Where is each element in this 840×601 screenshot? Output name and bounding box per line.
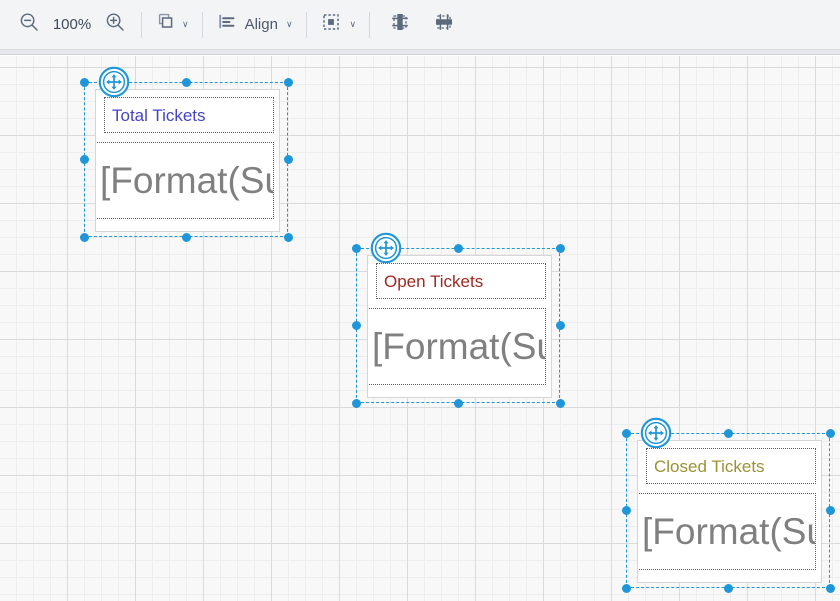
selection-frame bbox=[84, 82, 288, 237]
chevron-down-icon: ∨ bbox=[285, 19, 293, 29]
selection-frame bbox=[356, 248, 560, 403]
resize-handle-middle-left[interactable] bbox=[621, 506, 631, 515]
zoom-in-button[interactable] bbox=[98, 8, 132, 42]
distribute-horizontal-button[interactable] bbox=[383, 8, 417, 42]
distribute-horizontal-icon bbox=[389, 11, 411, 38]
move-handle[interactable] bbox=[98, 66, 130, 98]
move-handle[interactable] bbox=[370, 232, 402, 264]
resize-handle-top-left[interactable] bbox=[351, 243, 361, 253]
toolbar-separator-2 bbox=[201, 11, 203, 38]
resize-handle-bottom-center[interactable] bbox=[723, 583, 733, 593]
resize-handle-middle-left[interactable] bbox=[79, 155, 89, 164]
zoom-out-button[interactable] bbox=[12, 8, 46, 42]
zoom-level-label[interactable]: 100% bbox=[46, 16, 98, 33]
align-left-icon bbox=[216, 11, 238, 38]
resize-handle-top-right[interactable] bbox=[283, 77, 293, 87]
resize-handle-top-center[interactable] bbox=[723, 428, 733, 438]
select-dropdown[interactable]: ∨ bbox=[316, 8, 361, 42]
widget-open-tickets[interactable]: Open Tickets [Format(Sum bbox=[351, 232, 565, 408]
resize-handle-top-left[interactable] bbox=[621, 428, 631, 438]
resize-handle-bottom-center[interactable] bbox=[453, 398, 463, 408]
zoom-out-icon bbox=[18, 11, 40, 38]
chevron-down-icon: ∨ bbox=[182, 19, 189, 29]
selection-icon bbox=[320, 11, 342, 38]
toolbar-bottom-strip bbox=[0, 50, 840, 55]
resize-handle-bottom-left[interactable] bbox=[79, 232, 89, 242]
resize-handle-top-center[interactable] bbox=[453, 243, 463, 253]
resize-handle-middle-right[interactable] bbox=[825, 506, 835, 515]
widget-closed-tickets[interactable]: Closed Tickets [Format(Sum bbox=[621, 417, 835, 593]
resize-handle-bottom-right[interactable] bbox=[283, 232, 293, 242]
duplicate-dropdown[interactable]: ∨ bbox=[151, 8, 193, 42]
report-designer-app: 100% ∨ Align ∨ ∨ Total Tickets [Format(S… bbox=[0, 0, 840, 601]
chevron-down-icon: ∨ bbox=[349, 19, 357, 29]
resize-handle-top-left[interactable] bbox=[79, 77, 89, 87]
selection-frame bbox=[626, 433, 830, 588]
resize-handle-top-right[interactable] bbox=[825, 428, 835, 438]
distribute-vertical-button[interactable] bbox=[427, 8, 461, 42]
resize-handle-bottom-right[interactable] bbox=[555, 398, 565, 408]
toolbar-separator-3 bbox=[305, 11, 307, 38]
move-handle[interactable] bbox=[640, 417, 672, 449]
widget-total-tickets[interactable]: Total Tickets [Format(Sum bbox=[79, 66, 293, 242]
design-canvas[interactable]: Total Tickets [Format(Sum bbox=[0, 56, 840, 601]
resize-handle-middle-right[interactable] bbox=[283, 155, 293, 164]
resize-handle-middle-left[interactable] bbox=[351, 321, 361, 330]
toolbar-separator-4 bbox=[369, 11, 371, 38]
align-label: Align bbox=[244, 16, 278, 33]
resize-handle-top-right[interactable] bbox=[555, 243, 565, 253]
resize-handle-top-center[interactable] bbox=[181, 77, 191, 87]
zoom-in-icon bbox=[104, 11, 126, 38]
resize-handle-middle-right[interactable] bbox=[555, 321, 565, 330]
toolbar: 100% ∨ Align ∨ ∨ bbox=[0, 0, 840, 50]
toolbar-separator-1 bbox=[141, 11, 142, 38]
resize-handle-bottom-center[interactable] bbox=[181, 232, 191, 242]
resize-handle-bottom-right[interactable] bbox=[825, 583, 835, 593]
resize-handle-bottom-left[interactable] bbox=[621, 583, 631, 593]
duplicate-icon bbox=[155, 11, 177, 38]
resize-handle-bottom-left[interactable] bbox=[351, 398, 361, 408]
align-dropdown[interactable]: Align ∨ bbox=[212, 8, 297, 42]
distribute-vertical-icon bbox=[433, 11, 455, 38]
